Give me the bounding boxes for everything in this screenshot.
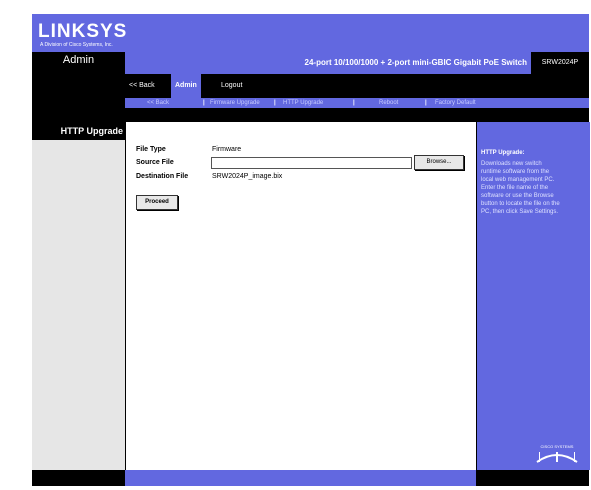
cisco-logo-text: CISCO SYSTEMS bbox=[540, 444, 574, 449]
source-file-label: Source File bbox=[136, 159, 174, 166]
footer-left bbox=[32, 470, 125, 486]
browse-button[interactable]: Browse... bbox=[414, 155, 464, 170]
sub-nav: << Back | Firmware Upgrade | HTTP Upgrad… bbox=[125, 98, 589, 108]
main-nav: << Back Admin Logout bbox=[125, 74, 589, 98]
linksys-logo: LINKSYS bbox=[38, 21, 128, 42]
subnav-back-link[interactable]: << Back bbox=[147, 98, 169, 108]
page-title: HTTP Upgrade bbox=[32, 122, 125, 140]
header-bar: LINKSYS A Division of Cisco Systems, Inc… bbox=[32, 14, 589, 52]
source-file-input[interactable] bbox=[211, 157, 412, 169]
cisco-logo-icon: CISCO SYSTEMS bbox=[535, 444, 579, 464]
destination-file-value: SRW2024P_image.bix bbox=[212, 173, 283, 180]
app-frame: LINKSYS A Division of Cisco Systems, Inc… bbox=[32, 14, 590, 486]
file-type-value: Firmware bbox=[212, 146, 242, 153]
footer-right bbox=[476, 470, 589, 486]
section-title: Admin bbox=[62, 54, 95, 66]
help-title: HTTP Upgrade: bbox=[481, 150, 525, 156]
subnav-reboot[interactable]: Reboot bbox=[379, 98, 398, 108]
nav-back-link[interactable]: << Back bbox=[129, 74, 155, 98]
subnav-separator: | bbox=[353, 100, 355, 106]
subnav-separator: | bbox=[425, 100, 427, 106]
left-panel bbox=[32, 122, 125, 470]
product-bar: 24-port 10/100/1000 + 2-port mini-GBIC G… bbox=[125, 52, 589, 74]
product-name: 24-port 10/100/1000 + 2-port mini-GBIC G… bbox=[304, 58, 528, 67]
tab-admin[interactable]: Admin bbox=[171, 74, 201, 98]
proceed-button[interactable]: Proceed bbox=[136, 195, 178, 210]
nav-spacer bbox=[125, 108, 589, 122]
subnav-separator: | bbox=[274, 100, 276, 106]
help-text: Downloads new switch runtime software fr… bbox=[481, 161, 560, 215]
destination-file-label: Destination File bbox=[136, 173, 189, 180]
model-badge: SRW2024P bbox=[531, 52, 589, 74]
file-type-label: File Type bbox=[136, 146, 166, 153]
logo-tagline: A Division of Cisco Systems, Inc. bbox=[40, 42, 113, 48]
help-panel: HTTP Upgrade: Downloads new switch runti… bbox=[476, 122, 590, 470]
nav-logout-link[interactable]: Logout bbox=[221, 74, 242, 98]
footer-bar bbox=[125, 470, 476, 486]
subnav-http-upgrade[interactable]: HTTP Upgrade bbox=[283, 98, 323, 108]
subnav-separator: | bbox=[203, 100, 205, 106]
subnav-factory-default[interactable]: Factory Default bbox=[435, 98, 476, 108]
subnav-firmware-upgrade[interactable]: Firmware Upgrade bbox=[210, 98, 260, 108]
